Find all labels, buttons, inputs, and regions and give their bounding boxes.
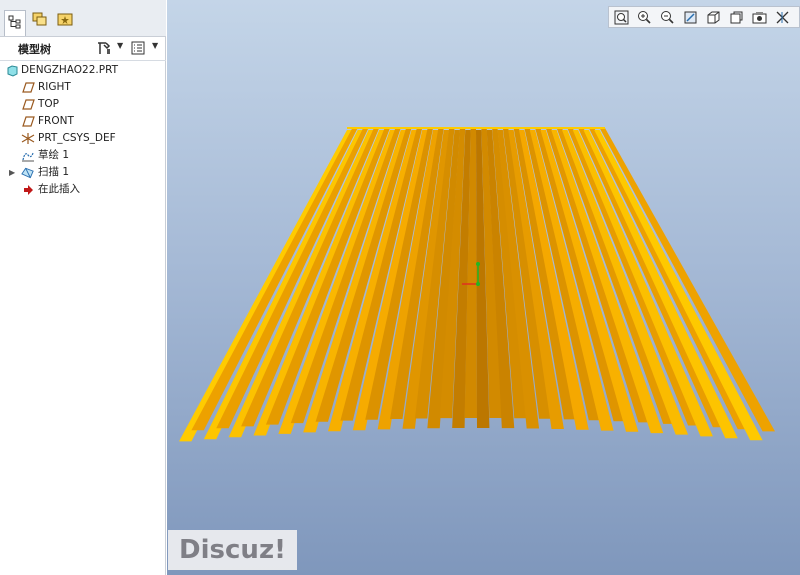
tree-item-label: RIGHT: [38, 81, 71, 93]
model-tree-toolbar: 模型树 ▼ ▼: [0, 36, 166, 61]
model-tree-tab[interactable]: [4, 10, 26, 36]
datum-display-icon[interactable]: [773, 9, 791, 26]
datum-plane-icon: [21, 98, 35, 111]
lampshade-model[interactable]: [167, 0, 800, 575]
tree-item-label: 草绘 1: [38, 149, 70, 161]
tree-item-csys[interactable]: PRT_CSYS_DEF: [0, 130, 166, 147]
sketch-icon: [21, 149, 35, 162]
tree-item-insert-here[interactable]: 在此插入: [0, 181, 166, 198]
favorites-tab[interactable]: [54, 10, 76, 32]
repaint-icon[interactable]: [681, 9, 699, 26]
expand-arrow-icon[interactable]: ▶: [9, 164, 15, 181]
view-toolbar: [608, 6, 800, 28]
part-icon: [5, 64, 19, 77]
folder-browser-icon: [32, 11, 48, 31]
model-tree-title: 模型树: [18, 43, 51, 56]
model-tree-panel: 模型树 ▼ ▼ DENGZHAO22.PRT RIGHT TOP FRONT P…: [0, 0, 166, 575]
tree-item-label: PRT_CSYS_DEF: [38, 132, 116, 144]
zoom-out-icon[interactable]: [658, 9, 676, 26]
tree-item-label: 在此插入: [38, 183, 80, 195]
tree-item-sweep[interactable]: ▶ 扫描 1: [0, 164, 166, 181]
insert-here-arrow-icon: [21, 183, 35, 196]
coordinate-system-icon: [21, 132, 35, 145]
tree-item-front[interactable]: FRONT: [0, 113, 166, 130]
datum-plane-icon: [21, 115, 35, 128]
saved-views-icon[interactable]: [727, 9, 745, 26]
tree-item-top[interactable]: TOP: [0, 96, 166, 113]
tree-item-label: 扫描 1: [38, 166, 70, 178]
tree-item-label: FRONT: [38, 115, 74, 127]
tree-item-part[interactable]: DENGZHAO22.PRT: [0, 62, 166, 79]
tree-item-label: DENGZHAO22.PRT: [21, 64, 119, 76]
model-tree: DENGZHAO22.PRT RIGHT TOP FRONT PRT_CSYS_…: [0, 62, 166, 198]
tree-settings-caret-icon[interactable]: ▼: [117, 41, 123, 50]
sweep-icon: [21, 166, 35, 179]
favorites-icon: [57, 11, 73, 31]
tree-item-right[interactable]: RIGHT: [0, 79, 166, 96]
datum-plane-icon: [21, 81, 35, 94]
zoom-in-icon[interactable]: [635, 9, 653, 26]
graphics-viewport[interactable]: [167, 0, 800, 575]
tree-item-sketch[interactable]: 草绘 1: [0, 147, 166, 164]
display-style-icon[interactable]: [704, 9, 722, 26]
refit-icon[interactable]: [612, 9, 630, 26]
tree-settings-icon[interactable]: [95, 39, 113, 57]
tree-filters-caret-icon[interactable]: ▼: [152, 41, 158, 50]
view-manager-icon[interactable]: [750, 9, 768, 26]
watermark: Discuz!: [168, 530, 297, 570]
folder-browser-tab[interactable]: [29, 10, 51, 32]
tree-item-label: TOP: [38, 98, 60, 110]
tree-filters-icon[interactable]: [129, 39, 147, 57]
model-tree-icon: [8, 14, 22, 33]
sidebar-tabs: [0, 0, 166, 37]
